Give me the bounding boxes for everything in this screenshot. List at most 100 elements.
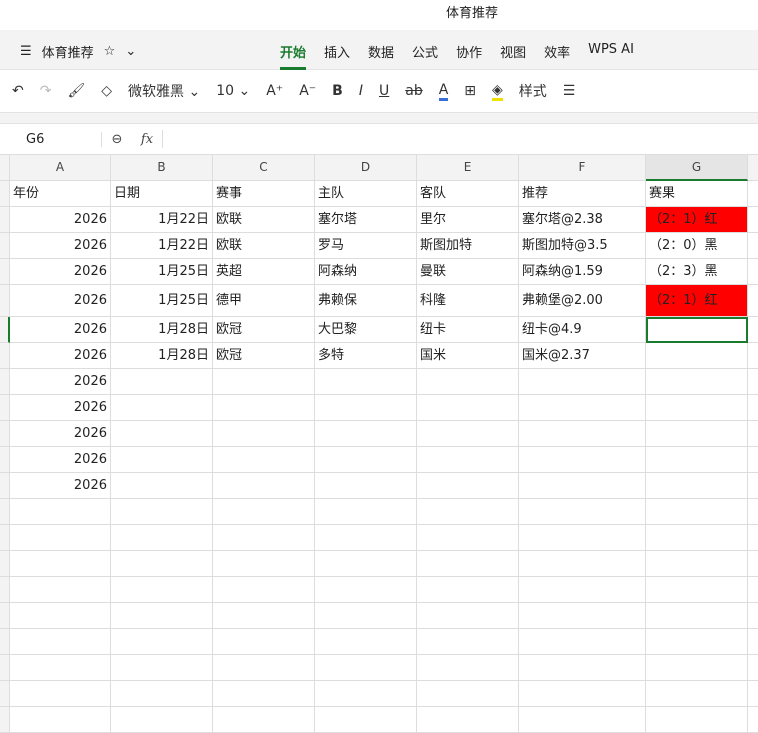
- cell[interactable]: 德甲: [213, 285, 315, 317]
- cell[interactable]: [646, 499, 748, 525]
- underline-icon[interactable]: U: [379, 83, 389, 99]
- cell[interactable]: [646, 551, 748, 577]
- tab-2[interactable]: 数据: [368, 42, 394, 61]
- cell[interactable]: [519, 577, 646, 603]
- cell[interactable]: [748, 207, 758, 233]
- cell[interactable]: 2026: [10, 395, 111, 421]
- cell[interactable]: （2：0）黑: [646, 233, 748, 259]
- cell[interactable]: 2026: [10, 369, 111, 395]
- cell[interactable]: [10, 629, 111, 655]
- cell[interactable]: [748, 369, 758, 395]
- cell[interactable]: [519, 525, 646, 551]
- cell[interactable]: [748, 181, 758, 207]
- cell[interactable]: [417, 681, 519, 707]
- cell[interactable]: [748, 603, 758, 629]
- cell[interactable]: [10, 499, 111, 525]
- cell[interactable]: 欧冠: [213, 343, 315, 369]
- row-header[interactable]: [0, 181, 10, 207]
- cell[interactable]: [417, 655, 519, 681]
- row-header[interactable]: [0, 525, 10, 551]
- cell[interactable]: [748, 259, 758, 285]
- cell[interactable]: 里尔: [417, 207, 519, 233]
- chevron-down-icon[interactable]: ⌄: [125, 44, 136, 59]
- cell[interactable]: 1月25日: [111, 285, 213, 317]
- cell[interactable]: [213, 395, 315, 421]
- formula-input[interactable]: [162, 130, 758, 148]
- cell[interactable]: [315, 603, 417, 629]
- cell[interactable]: [519, 707, 646, 733]
- cell[interactable]: [417, 707, 519, 733]
- cell[interactable]: [748, 707, 758, 733]
- cell[interactable]: [111, 655, 213, 681]
- row-header[interactable]: [0, 707, 10, 733]
- cell[interactable]: [213, 681, 315, 707]
- cell[interactable]: [315, 369, 417, 395]
- cell[interactable]: [213, 473, 315, 499]
- column-header-G[interactable]: G: [646, 155, 748, 181]
- cell[interactable]: [748, 233, 758, 259]
- cell[interactable]: [111, 577, 213, 603]
- cell[interactable]: [519, 551, 646, 577]
- cell[interactable]: （2：1）红: [646, 207, 748, 233]
- cell[interactable]: [646, 577, 748, 603]
- column-header-B[interactable]: B: [111, 155, 213, 181]
- cell[interactable]: [10, 551, 111, 577]
- undo-icon[interactable]: ↶: [12, 83, 24, 99]
- cell[interactable]: [748, 343, 758, 369]
- cell[interactable]: [111, 447, 213, 473]
- italic-icon[interactable]: I: [359, 83, 363, 99]
- cell[interactable]: [10, 707, 111, 733]
- cell[interactable]: [646, 473, 748, 499]
- cell[interactable]: 弗赖保: [315, 285, 417, 317]
- cell[interactable]: [646, 421, 748, 447]
- cell[interactable]: 欧冠: [213, 317, 315, 343]
- cell[interactable]: [646, 629, 748, 655]
- cell[interactable]: [315, 629, 417, 655]
- cell[interactable]: [10, 681, 111, 707]
- doc-name[interactable]: 体育推荐: [42, 42, 94, 61]
- cell[interactable]: [417, 447, 519, 473]
- cell[interactable]: [748, 421, 758, 447]
- cell[interactable]: [748, 317, 758, 343]
- cell[interactable]: [646, 525, 748, 551]
- row-header[interactable]: [0, 655, 10, 681]
- tab-1[interactable]: 插入: [324, 42, 350, 61]
- cell[interactable]: [519, 603, 646, 629]
- cell[interactable]: [646, 681, 748, 707]
- cell[interactable]: [213, 551, 315, 577]
- cell[interactable]: [417, 369, 519, 395]
- cell[interactable]: [315, 421, 417, 447]
- row-header[interactable]: [0, 369, 10, 395]
- fx-icon[interactable]: fx: [132, 132, 162, 147]
- row-header[interactable]: [0, 233, 10, 259]
- cell[interactable]: 客队: [417, 181, 519, 207]
- bold-icon[interactable]: B: [332, 83, 343, 99]
- cell[interactable]: 2026: [10, 317, 111, 343]
- row-header[interactable]: [0, 343, 10, 369]
- row-header[interactable]: [0, 259, 10, 285]
- tab-5[interactable]: 视图: [500, 42, 526, 61]
- cell[interactable]: 斯图加特@3.5: [519, 233, 646, 259]
- cell[interactable]: [111, 499, 213, 525]
- cell[interactable]: [111, 525, 213, 551]
- cell[interactable]: [748, 681, 758, 707]
- align-left-icon[interactable]: ☰: [563, 83, 576, 99]
- cell[interactable]: 赛果: [646, 181, 748, 207]
- cell[interactable]: [10, 655, 111, 681]
- tab-4[interactable]: 协作: [456, 42, 482, 61]
- cell[interactable]: [519, 655, 646, 681]
- cell[interactable]: 赛事: [213, 181, 315, 207]
- cell[interactable]: [417, 551, 519, 577]
- eraser-icon[interactable]: ◇: [101, 83, 112, 99]
- tab-3[interactable]: 公式: [412, 42, 438, 61]
- cell[interactable]: [315, 473, 417, 499]
- cell[interactable]: [10, 577, 111, 603]
- cell[interactable]: 国米: [417, 343, 519, 369]
- strikethrough-icon[interactable]: ab: [405, 83, 422, 99]
- decrease-font-icon[interactable]: A⁻: [299, 83, 316, 99]
- cell[interactable]: 2026: [10, 285, 111, 317]
- cell[interactable]: 年份: [10, 181, 111, 207]
- cell[interactable]: 主队: [315, 181, 417, 207]
- cell[interactable]: 2026: [10, 473, 111, 499]
- tab-7[interactable]: WPS AI: [588, 42, 634, 61]
